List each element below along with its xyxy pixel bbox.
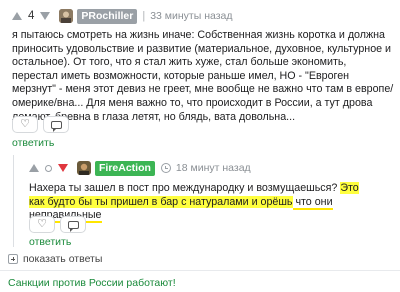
comment-icon (67, 220, 79, 232)
comment-time: 33 минуты назад (150, 10, 233, 22)
avatar[interactable] (59, 9, 74, 23)
reply-link[interactable]: ответить (29, 236, 71, 248)
heart-icon: ♡ (37, 218, 47, 230)
comment-icon (50, 120, 62, 132)
like-button[interactable]: ♡ (29, 216, 55, 233)
plus-icon (8, 254, 18, 264)
separator: | (142, 10, 146, 22)
comment-header: 4 PRochiller | 33 минуты назад (12, 6, 233, 26)
comment-button[interactable] (60, 216, 86, 233)
username-badge[interactable]: FireAction (95, 160, 155, 176)
upvote-icon[interactable] (29, 164, 39, 172)
reply-text-plain: Нахера ты зашел в пост про международку … (29, 182, 341, 194)
thread-line (13, 155, 14, 247)
comment-time: 18 минут назад (175, 162, 251, 174)
username-badge[interactable]: PRochiller (77, 8, 138, 24)
downvote-icon[interactable] (40, 12, 51, 20)
show-replies-label: показать ответы (23, 253, 103, 265)
comment-text: я пытаюсь смотреть на жизнь иначе: Собст… (12, 29, 394, 123)
divider (0, 270, 400, 271)
reply-link[interactable]: ответить (12, 137, 54, 149)
upvote-icon[interactable] (12, 12, 22, 20)
heart-icon: ♡ (20, 118, 30, 130)
vote-score: 4 (28, 10, 35, 22)
downvote-icon[interactable] (58, 164, 68, 172)
reply-header: FireAction 18 минут назад (29, 158, 251, 178)
avatar[interactable] (77, 161, 91, 175)
vote-neutral-icon (45, 164, 52, 172)
like-button[interactable]: ♡ (12, 116, 38, 133)
show-replies-button[interactable]: показать ответы (8, 253, 102, 265)
comment-button[interactable] (43, 116, 69, 133)
next-post-title[interactable]: Санкции против России работают! (8, 277, 176, 289)
clock-icon (160, 163, 171, 173)
